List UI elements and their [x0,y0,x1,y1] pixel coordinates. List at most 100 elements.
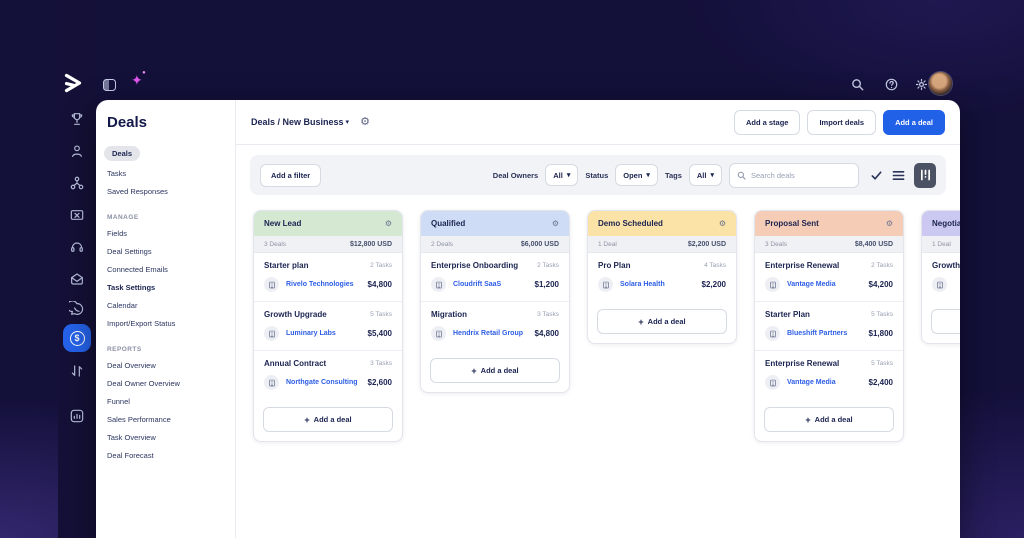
tags-select[interactable]: All ▾ [688,164,722,186]
add-deal-column-button[interactable]: +Add a deal [931,309,960,334]
sidebar-item-task-settings[interactable]: Task Settings [96,278,235,296]
sidebar-item-deal-overview[interactable]: Deal Overview [96,356,235,374]
column-header: Qualified ⚙ [421,211,569,236]
deal-company-link[interactable]: Luminary Labs [286,330,336,337]
column-header: Demo Scheduled ⚙ [588,211,736,236]
add-deal-column-button[interactable]: +Add a deal [764,407,894,432]
panel-toggle-icon[interactable] [103,79,116,91]
sidebar-item-deal-settings[interactable]: Deal Settings [96,242,235,260]
sparkle-icon[interactable]: ✦ ● [131,70,146,89]
column-settings-icon[interactable]: ⚙ [886,219,893,228]
column-title: Demo Scheduled [598,219,663,228]
search-icon[interactable] [851,78,864,91]
deal-owners-select[interactable]: All ▾ [545,164,579,186]
sidebar-item-deal-forecast[interactable]: Deal Forecast [96,446,235,464]
column-settings-icon[interactable]: ⚙ [552,219,559,228]
analytics-icon[interactable] [69,408,85,424]
deal-card[interactable]: Pro Plan 4 Tasks Solara Health $2,200 [588,253,736,301]
column-settings-icon[interactable]: ⚙ [719,219,726,228]
breadcrumb[interactable]: Deals / New Business [251,117,344,127]
deal-card[interactable]: Starter plan 2 Tasks Rivelo Technologies… [254,253,402,301]
sidebar-item-import-export-status[interactable]: Import/Export Status [96,314,235,332]
deal-company-link[interactable]: Rivelo Technologies [286,281,354,288]
deal-company-link[interactable]: Cloudrift SaaS [453,281,501,288]
deal-amount: $4,800 [367,280,392,289]
sidebar: Deals Deals Tasks Saved Responses MANAGE… [96,100,236,538]
column-header: Negotiation ⚙ [922,211,960,236]
deal-title: Enterprise Onboarding [431,261,519,270]
org-chart-icon[interactable] [69,175,85,191]
add-deal-column-button[interactable]: +Add a deal [430,358,560,383]
search-deals-input[interactable] [751,170,851,180]
deal-title: Starter plan [264,261,309,270]
headset-icon[interactable] [69,239,85,255]
contacts-icon[interactable] [69,143,85,159]
import-deals-button[interactable]: Import deals [807,109,877,135]
sidebar-item-fields[interactable]: Fields [96,224,235,242]
check-icon[interactable] [870,169,883,182]
company-icon [264,277,279,292]
chevron-down-icon: ▾ [345,119,350,126]
settings-icon[interactable] [915,78,928,91]
deal-company-link[interactable]: Solara Health [620,281,665,288]
deal-title: Enterprise Renewal [765,359,840,368]
avatar[interactable] [929,72,952,95]
status-value: Open [623,170,643,180]
sidebar-item-funnel[interactable]: Funnel [96,392,235,410]
deal-amount: $2,600 [367,378,392,387]
deal-card[interactable]: Enterprise Renewal 2 Tasks Vantage Media… [755,253,903,301]
search-deals-box[interactable] [729,162,859,188]
add-filter-button[interactable]: Add a filter [260,163,322,187]
chat-icon[interactable] [69,301,85,317]
sidebar-item-sales-performance[interactable]: Sales Performance [96,410,235,428]
sidebar-item-connected-emails[interactable]: Connected Emails [96,260,235,278]
deal-card[interactable]: Enterprise Onboarding 2 Tasks Cloudrift … [421,253,569,301]
sidebar-item-calendar[interactable]: Calendar [96,296,235,314]
add-stage-button[interactable]: Add a stage [733,109,801,135]
deal-card[interactable]: Growth Upgrade 5 Tasks Luminary Labs $5,… [254,301,402,350]
deal-owners-label: Deal Owners [492,170,539,180]
column-deal-count: 1 Deal [932,240,951,248]
add-deal-column-button[interactable]: +Add a deal [597,309,727,334]
help-icon[interactable] [885,78,898,91]
sidebar-item-task-overview[interactable]: Task Overview [96,428,235,446]
deal-company-link[interactable]: Hendrix Retail Group [453,330,523,337]
list-view-icon[interactable] [892,169,905,182]
pipeline-settings-icon[interactable]: ⚙ [360,116,370,128]
company-icon [264,375,279,390]
deal-card[interactable]: Growth Upgrade [922,253,960,301]
plus-icon: + [805,414,811,425]
sidebar-item-deals[interactable]: Deals [96,146,235,161]
company-icon [264,326,279,341]
add-deal-column-button[interactable]: +Add a deal [263,407,393,432]
sidebar-item-tasks[interactable]: Tasks [96,164,235,182]
swap-icon[interactable] [69,363,85,379]
deal-company-link[interactable]: Northgate Consulting [286,379,358,386]
deal-card[interactable]: Starter Plan 5 Tasks Blueshift Partners … [755,301,903,350]
trophy-icon[interactable] [69,111,85,127]
deals-icon[interactable]: $ [63,324,91,352]
deal-card[interactable]: Annual Contract 3 Tasks Northgate Consul… [254,350,402,399]
campaign-icon[interactable] [69,207,85,223]
deal-company-link[interactable]: Blueshift Partners [787,330,847,337]
deal-card[interactable]: Migration 3 Tasks Hendrix Retail Group $… [421,301,569,350]
sidebar-item-saved-responses[interactable]: Saved Responses [96,182,235,200]
plus-icon: + [638,316,644,327]
status-label: Status [585,170,609,180]
add-deal-button[interactable]: Add a deal [883,109,945,135]
plus-icon: + [471,365,477,376]
deal-company-link[interactable]: Vantage Media [787,281,836,288]
app-window: Deals Deals Tasks Saved Responses MANAGE… [96,100,960,538]
deal-card[interactable]: Enterprise Renewal 5 Tasks Vantage Media… [755,350,903,399]
column-settings-icon[interactable]: ⚙ [385,219,392,228]
inbox-icon[interactable] [69,271,85,287]
column-summary: 3 Deals $8,400 USD [755,236,903,253]
deal-title: Growth Upgrade [264,310,327,319]
kanban-view-icon[interactable] [914,162,936,188]
status-select[interactable]: Open ▾ [615,164,658,186]
deal-company-link[interactable]: Vantage Media [787,379,836,386]
sidebar-item-deal-owner-overview[interactable]: Deal Owner Overview [96,374,235,392]
deal-tasks: 3 Tasks [537,311,559,318]
deal-title: Growth Upgrade [932,261,960,270]
kanban-column-proposal-sent: Proposal Sent ⚙ 3 Deals $8,400 USD Enter… [754,210,904,442]
